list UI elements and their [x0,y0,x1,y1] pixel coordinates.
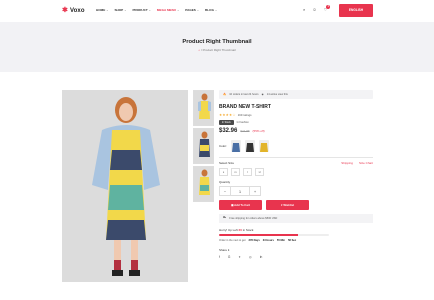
chevron-down-icon: ⌄ [214,9,218,12]
shipping-note: Free shipping for orders above $500 USD [229,216,278,220]
current-price: $32.96 [219,128,238,134]
hurry-text: Hurry! Up Left [219,227,238,232]
size-options: s m l xl [219,167,373,176]
chevron-down-icon: ⌄ [196,9,200,12]
instagram-icon[interactable]: ◎ [249,255,252,259]
chevron-down-icon: ⌄ [177,9,180,12]
size-header: Select Size Shipping Size Chart [219,161,373,165]
size-chart-link[interactable]: Size Chart [359,161,373,165]
quantity-stepper: − 1 + [219,185,261,196]
language-button[interactable]: ENGLISH [339,4,373,17]
search-icon[interactable]: ⌕ [303,7,305,12]
countdown-minutes: 55 Min [276,238,285,242]
shipping-link[interactable]: Shipping [341,161,353,165]
color-swatch-black[interactable] [245,140,256,152]
wishlist-label: Wishlist [283,202,295,207]
size-option-s[interactable]: s [219,167,228,176]
social-links: f G ✦ ◎ in [219,255,373,259]
thumbnail-strip [193,90,214,204]
page-banner [0,22,434,72]
nav-item-blog[interactable]: BLOG⌄ [205,8,217,12]
stock-row: In Stock In Fashion [219,120,373,125]
discount: (55% off) [252,129,265,133]
product-main-image[interactable] [62,90,188,282]
action-buttons: ◼ Add To Cart ♥ Wishlist [219,199,373,210]
size-label: Select Size [219,160,235,165]
stock-progress-fill [219,233,299,236]
logo-text: Voxo [69,8,85,14]
stock-progress-bar [219,233,329,236]
divider [219,157,373,158]
price-row: $32.96 $41.88 (55% off) [219,128,373,134]
chevron-down-icon: ⌄ [124,9,127,12]
color-selector: Color: [219,140,373,152]
order-text: Order in the next to get [219,238,246,242]
header-icons: ⌕ ☺ ♡ 0 [303,5,331,12]
product-thumbnail[interactable] [193,90,214,126]
decrease-button[interactable]: − [220,187,230,195]
star-icon: ✱ [62,7,68,14]
chevron-down-icon: ⌄ [106,9,109,12]
google-icon[interactable]: G [228,255,230,259]
color-swatch-blue[interactable] [231,140,242,152]
viewers-count: 14 active view this [266,93,288,96]
size-option-l[interactable]: l [243,167,252,176]
product-info: 🔥 10 orders in last 24 hours ◉ 14 active… [219,90,373,259]
color-swatch-yellow[interactable] [259,140,270,152]
product-name: BRAND NEW T-SHIRT [219,104,271,110]
breadcrumb-current: Product Right Thumbnail [202,48,236,52]
breadcrumb: ⌂ / Product Right Thumbnail [198,48,236,52]
product-thumbnail[interactable] [193,166,214,202]
shipping-note-box: ⛟ Free shipping for orders above $500 US… [219,213,373,223]
home-icon[interactable]: ⌂ [198,48,200,52]
color-label: Color: [219,144,228,148]
stock-urgency: Hurry! Up Left 20 in Stock [219,228,373,232]
rating-stars: ★★★★☆ [219,113,236,117]
size-option-xl[interactable]: xl [255,167,264,176]
promo-bar: 🔥 10 orders in last 24 hours ◉ 14 active… [219,90,373,99]
linkedin-icon[interactable]: in [260,255,262,259]
nav-item-pages[interactable]: PAGES⌄ [185,8,199,12]
twitter-icon[interactable]: ✦ [238,255,241,259]
add-to-cart-label: Add To Cart [234,202,250,207]
quantity-label: Quantity [219,179,231,184]
logo[interactable]: ✱ Voxo [62,6,85,14]
add-to-cart-button[interactable]: ◼ Add To Cart [219,199,262,210]
countdown-row: Order in the next to get 378 Days 23 Hou… [219,239,373,242]
stock-text: In Fashion [236,121,249,124]
stock-badge: In Stock [219,120,234,125]
cart-icon[interactable]: ♡ 0 [324,5,331,12]
wishlist-button[interactable]: ♥ Wishlist [266,199,309,210]
eye-icon: ◉ [261,93,264,96]
orders-promo: 10 orders in last 24 hours [229,93,259,96]
main-nav: HOME⌄ SHOP⌄ PRODUCT⌄ MEGA MENU⌄ PAGES⌄ B… [96,8,217,12]
chevron-down-icon: ⌄ [148,9,151,12]
facebook-icon[interactable]: f [219,255,220,259]
countdown-days: 378 Days [248,238,260,242]
countdown-hours: 23 Hours [262,238,274,242]
nav-item-home[interactable]: HOME⌄ [96,8,108,12]
ratings-count[interactable]: 169 ratings [238,113,252,117]
countdown-seconds: 58 Sec [287,238,297,242]
quantity-input[interactable]: 1 [230,186,250,195]
fire-icon: 🔥 [223,93,227,96]
nav-item-shop[interactable]: SHOP⌄ [114,8,126,12]
product-rating: ★★★★☆ 169 ratings [219,113,373,117]
site-header: ✱ Voxo HOME⌄ SHOP⌄ PRODUCT⌄ MEGA MENU⌄ PA… [0,0,434,22]
user-icon[interactable]: ☺ [312,7,316,12]
nav-item-product[interactable]: PRODUCT⌄ [132,8,150,12]
nav-item-mega-menu[interactable]: MEGA MENU⌄ [157,8,179,12]
increase-button[interactable]: + [250,187,260,195]
share-label: Share it [219,247,230,252]
size-option-m[interactable]: m [231,167,240,176]
page-title: Product Right Thumbnail [182,39,252,45]
hurry-suffix: in Stock [242,227,254,232]
truck-icon: ⛟ [223,216,227,219]
product-thumbnail[interactable] [193,128,214,164]
cart-count-badge: 0 [326,5,331,9]
hurry-count: 20 [238,227,242,232]
old-price: $41.88 [240,129,250,133]
